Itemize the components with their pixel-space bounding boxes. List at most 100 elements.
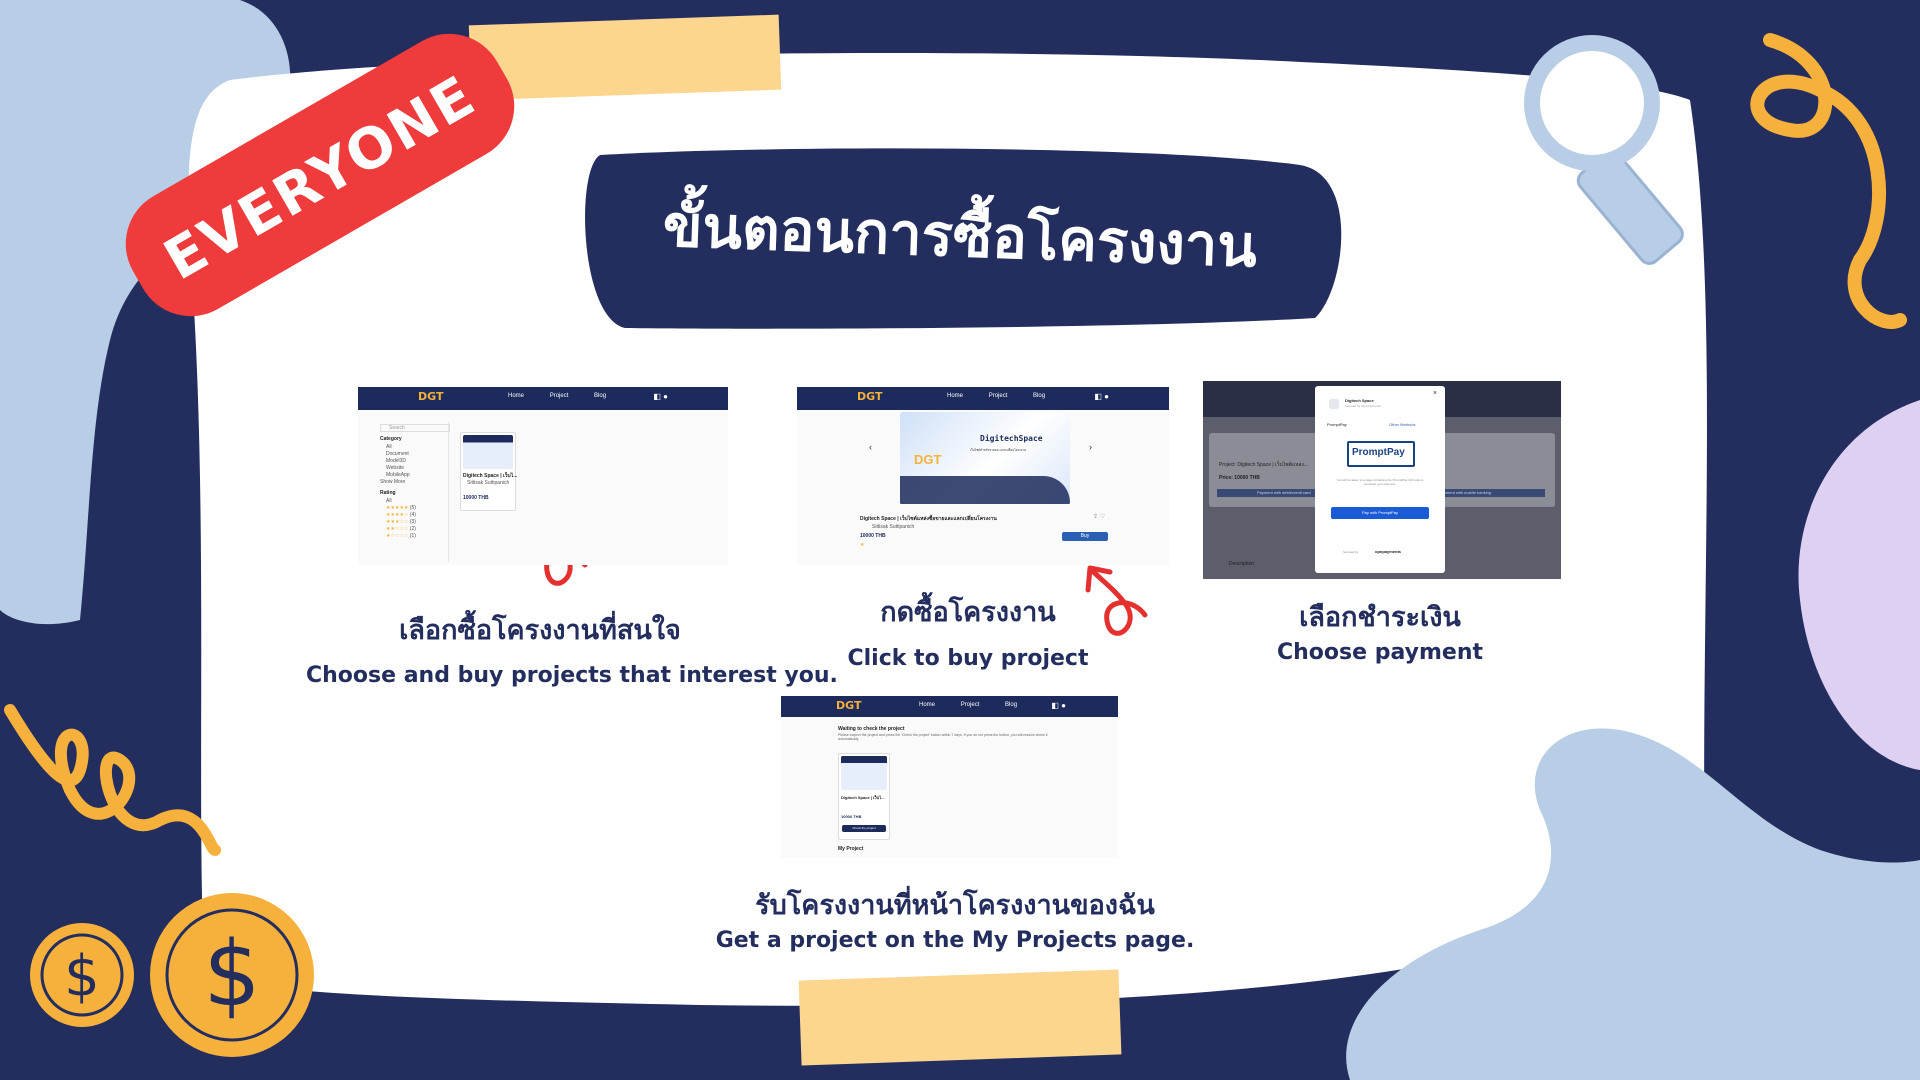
svg-text:$: $	[203, 922, 260, 1027]
project-title: Digitech Space | เว็บไซต์แหล่งซื้อขายและ…	[860, 516, 997, 522]
category-website[interactable]: Website	[386, 465, 404, 471]
nav-blog[interactable]: Blog	[1033, 393, 1045, 399]
category-heading: Category	[380, 436, 402, 442]
step2-subtitle: Click to buy project	[847, 646, 1089, 671]
navbar: DGT Home Project Blog ◧ ●	[781, 696, 1118, 717]
carousel-prev-icon[interactable]: ‹	[869, 442, 872, 452]
project-card-author: Sittisak Suttipanich	[467, 480, 510, 486]
screenshot-project-detail: DGT Home Project Blog ◧ ● ‹ › DigitechSp…	[797, 387, 1169, 565]
project-card[interactable]: Digitech Space | เว็บไ... Sittisak Sutti…	[460, 432, 518, 511]
waiting-title: Waiting to check the project	[838, 726, 905, 732]
screenshot-payment: Project: Digitech Space | เว็บไซต์แหล่ง.…	[1203, 381, 1561, 579]
bg-project-label: Project: Digitech Space | เว็บไซต์แหล่ง.…	[1219, 462, 1309, 468]
buy-button[interactable]: Buy	[1062, 532, 1108, 541]
nav-project[interactable]: Project	[961, 702, 980, 708]
rating-3[interactable]: ★★★☆☆ (3)	[386, 519, 416, 525]
pay-with-promptpay-button[interactable]: Pay with PromptPay	[1331, 507, 1429, 519]
svg-text:$: $	[64, 944, 100, 1009]
merchant-name: Digitech Space	[1345, 398, 1374, 403]
check-project-button[interactable]: Check the project	[842, 825, 886, 832]
rating-4[interactable]: ★★★★☆ (4)	[386, 512, 416, 518]
dollar-coin-icon-small: $	[30, 923, 134, 1027]
step2-title: กดซื้อโครงงาน	[880, 597, 1056, 628]
banner-wave	[900, 476, 1070, 504]
method-label: PromptPay	[1327, 422, 1347, 427]
bg-description-label: Description	[1229, 561, 1255, 567]
tape-bottom	[798, 969, 1122, 1066]
project-rating: ★	[860, 542, 865, 548]
nav-home[interactable]: Home	[947, 393, 963, 399]
secured-by-label: Secured by	[1343, 550, 1359, 554]
project-thumbnail	[463, 435, 513, 469]
category-model3d[interactable]: Model3D	[386, 458, 406, 464]
step3-title: เลือกชำระเงิน	[1299, 602, 1461, 633]
project-card-price: 10000 THB	[841, 814, 862, 819]
banner-subtitle: เว็บไซต์สำหรับขายและแลกเปลี่ยนโครงงาน	[970, 448, 1027, 452]
category-mobileapp[interactable]: MobileApp	[386, 472, 410, 478]
tape-top	[468, 14, 782, 101]
show-more-link[interactable]: Show More	[380, 479, 405, 485]
bg-card-payment-label: Payment with debit/credit card	[1257, 490, 1311, 495]
banner-logo: DGT	[914, 452, 942, 467]
check-project-label: Check the project	[852, 826, 876, 830]
buy-button-label: Buy	[1080, 533, 1090, 539]
nav-blog[interactable]: Blog	[1005, 702, 1017, 708]
rating-all[interactable]: All	[386, 498, 392, 504]
filter-sidebar: Search Category All Document Model3D Web…	[378, 422, 450, 562]
project-thumbnail	[841, 756, 887, 790]
bg-mobile-payment-label: Payment with mobile banking	[1439, 490, 1492, 495]
payment-note: You will be taken to a page containing t…	[1336, 478, 1424, 486]
close-icon[interactable]: ×	[1433, 390, 1437, 397]
project-price: 10000 THB	[860, 533, 886, 539]
merchant-sub: Secured by Opn Payments	[1345, 404, 1381, 408]
payment-modal: × Digitech Space Secured by Opn Payments…	[1315, 386, 1445, 573]
rating-1[interactable]: ★☆☆☆☆ (1)	[386, 533, 416, 539]
step4-subtitle: Get a project on the My Projects page.	[715, 928, 1195, 953]
nav-links: Home Project Blog	[508, 393, 630, 399]
logo: DGT	[857, 390, 883, 403]
nav-home[interactable]: Home	[919, 702, 935, 708]
nav-home[interactable]: Home	[508, 393, 524, 399]
project-card-price: 10000 THB	[463, 495, 489, 501]
provider-label: opnpayments	[1375, 549, 1402, 554]
nav-blog[interactable]: Blog	[594, 393, 606, 399]
nav-project[interactable]: Project	[550, 393, 569, 399]
waiting-text: Please inspect the project and press the…	[838, 733, 1048, 741]
share-and-favorite-icons[interactable]: ⇪ ♡	[1093, 513, 1105, 520]
rating-heading: Rating	[380, 490, 396, 496]
category-document[interactable]: Document	[386, 451, 409, 457]
logo: DGT	[418, 390, 444, 403]
project-banner: DigitechSpace เว็บไซต์สำหรับขายและแลกเปล…	[900, 412, 1070, 504]
page-title-text: ขั้นตอนการซื้อโครงงาน	[661, 191, 1259, 280]
language-and-profile-icons: ◧ ●	[1051, 701, 1066, 710]
category-all[interactable]: All	[386, 444, 392, 450]
banner-title: DigitechSpace	[980, 434, 1043, 443]
my-project-heading: My Project	[838, 846, 864, 852]
dollar-coin-icon-large: $	[150, 893, 314, 1057]
carousel-next-icon[interactable]: ›	[1089, 442, 1092, 452]
nav-project[interactable]: Project	[989, 393, 1008, 399]
language-and-profile-icons: ◧ ●	[1094, 392, 1109, 401]
project-card-title: Digitech Space | เว็บไ...	[841, 795, 885, 800]
merchant-logo	[1329, 399, 1339, 409]
search-input[interactable]: Search	[380, 424, 450, 432]
step3-subtitle: Choose payment	[1277, 640, 1483, 665]
rating-5[interactable]: ★★★★★ (5)	[386, 505, 416, 511]
nav-links: Home Project Blog	[919, 702, 1041, 708]
promptpay-logo-text: PromptPay	[1352, 447, 1405, 458]
step1-title: เลือกซื้อโครงงานที่สนใจ	[399, 615, 681, 646]
screenshot-my-projects: DGT Home Project Blog ◧ ● Waiting to che…	[781, 696, 1118, 858]
rating-2[interactable]: ★★☆☆☆ (2)	[386, 526, 416, 532]
squiggle-icon-bottom	[4, 704, 221, 856]
logo: DGT	[836, 699, 862, 712]
other-methods-link[interactable]: Other Methods	[1389, 422, 1415, 427]
bg-price-label: Price: 10000 THB	[1219, 475, 1260, 481]
lavender-blob-right	[1798, 400, 1920, 770]
project-author: Sittisak Suttipanich	[872, 524, 915, 530]
squiggle-icon-top	[1750, 33, 1907, 329]
promptpay-logo: PromptPay	[1347, 441, 1415, 467]
purchased-project-card[interactable]: Digitech Space | เว็บไ... 10000 THB Chec…	[838, 753, 890, 840]
step1-subtitle: Choose and buy projects that interest yo…	[306, 663, 838, 688]
pay-button-label: Pay with PromptPay	[1361, 510, 1398, 515]
project-card-title: Digitech Space | เว็บไ...	[463, 473, 518, 479]
